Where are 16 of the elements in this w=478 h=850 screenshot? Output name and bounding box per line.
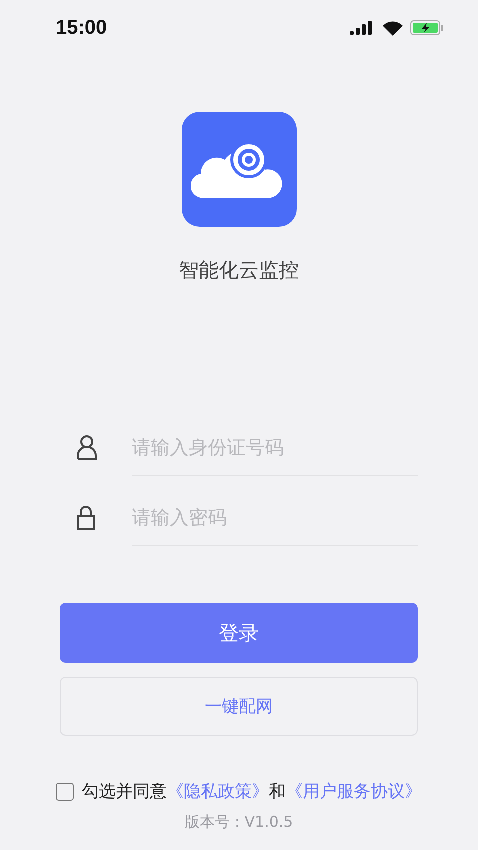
wifi-icon: [383, 20, 403, 36]
user-icon: [76, 435, 98, 461]
lock-icon: [76, 505, 96, 531]
battery-icon: [410, 20, 444, 36]
privacy-link[interactable]: 《隐私政策》: [167, 780, 269, 803]
version-text: 版本号：V1.0.5: [184, 813, 294, 832]
agree-text: 勾选并同意: [82, 781, 167, 803]
text-field[interactable]: 请输入密码: [132, 490, 418, 546]
and-text: 和: [269, 781, 286, 803]
login-button[interactable]: 登录: [60, 603, 418, 663]
text-field[interactable]: 请输入身份证号码: [132, 420, 418, 476]
status-time: 15:00: [56, 16, 108, 40]
terms-link[interactable]: 《用户服务协议》: [286, 780, 422, 803]
agree-checkbox[interactable]: [56, 782, 74, 800]
app-name: 智能化云监控: [179, 257, 299, 284]
network-setup-button[interactable]: 一键配网: [60, 677, 418, 736]
